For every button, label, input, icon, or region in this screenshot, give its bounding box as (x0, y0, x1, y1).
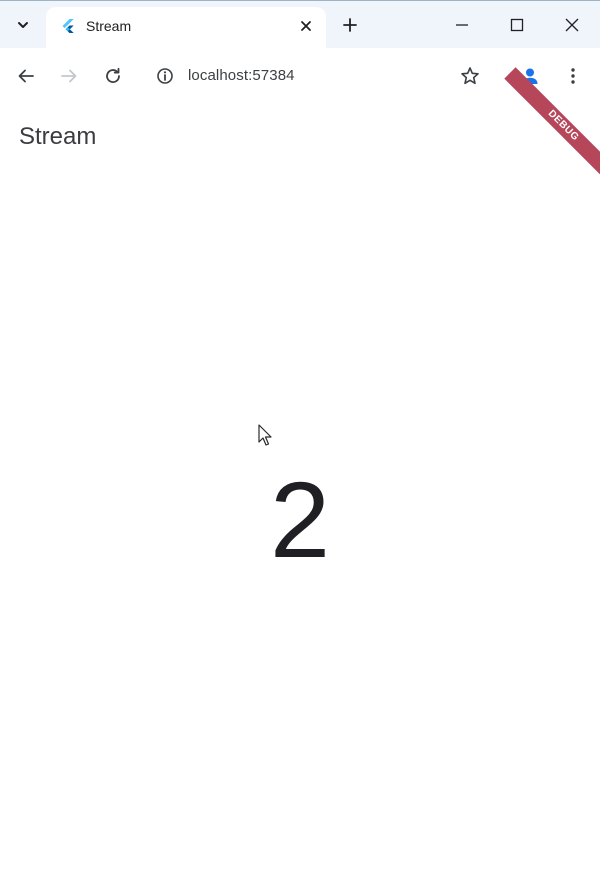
tab-stream[interactable]: Stream (46, 7, 326, 49)
reload-icon (106, 67, 120, 83)
close-icon (565, 18, 579, 32)
bookmark-button[interactable] (456, 62, 484, 90)
back-button[interactable] (12, 62, 40, 90)
minimize-icon (456, 24, 468, 26)
arrow-right-icon (61, 69, 77, 83)
info-icon (157, 68, 173, 84)
plus-icon (343, 18, 357, 32)
browser-window: Stream localhost:57384 Stream DEBUG 2 (0, 0, 600, 874)
tab-search-button[interactable] (9, 11, 37, 39)
flutter-favicon-icon (62, 19, 74, 33)
close-icon (301, 21, 311, 31)
reload-button[interactable] (99, 62, 127, 90)
maximize-button[interactable] (495, 7, 539, 43)
tab-title: Stream (86, 18, 132, 34)
app-bar-title: Stream (19, 123, 97, 150)
close-window-button[interactable] (550, 7, 594, 43)
maximize-icon (510, 18, 524, 32)
counter-value: 2 (269, 459, 331, 580)
forward-button[interactable] (55, 62, 83, 90)
arrow-left-icon (18, 69, 34, 83)
more-vert-icon (571, 68, 575, 84)
tab-close-button[interactable] (296, 16, 316, 36)
new-tab-button[interactable] (338, 13, 362, 37)
site-info-button[interactable] (151, 62, 179, 90)
tab-strip: Stream (0, 0, 600, 49)
address-bar-url[interactable]: localhost:57384 (188, 67, 295, 85)
minimize-button[interactable] (440, 7, 484, 43)
browser-menu-button[interactable] (559, 62, 587, 90)
mouse-cursor-icon (258, 424, 272, 446)
chevron-down-icon (18, 22, 28, 28)
star-outline-icon (461, 67, 479, 85)
